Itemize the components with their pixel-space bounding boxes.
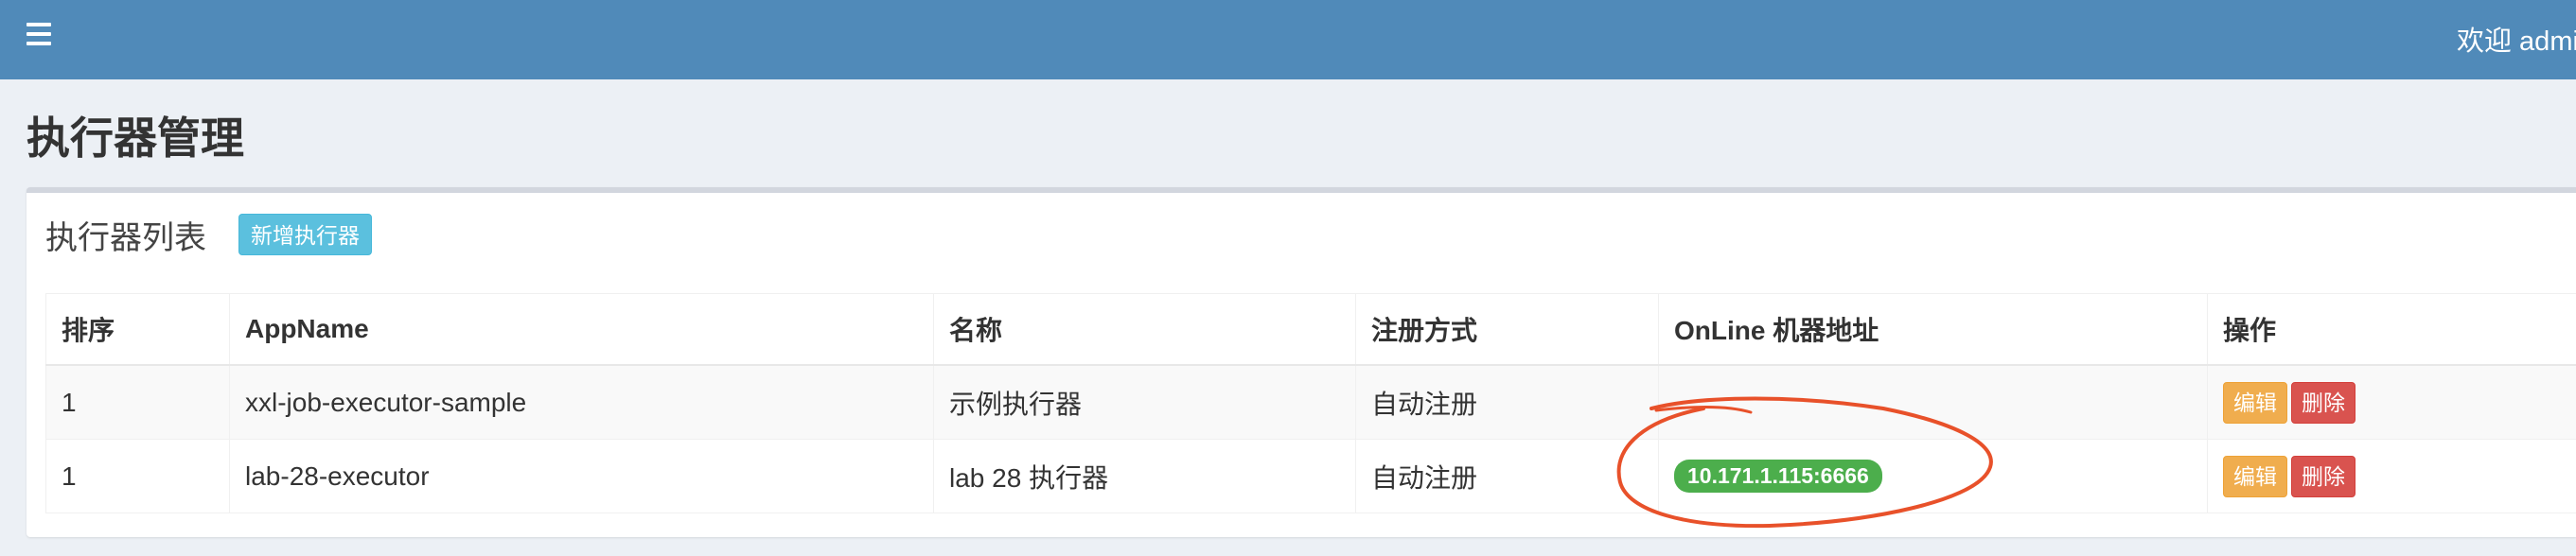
welcome-user-menu[interactable]: 欢迎 admi [2457, 19, 2576, 59]
cell-appname: xxl-job-executor-sample [229, 364, 934, 440]
column-header-order[interactable]: 排序 [45, 293, 230, 366]
cell-actions: 编辑 删除 [2207, 364, 2576, 440]
top-header: 欢迎 admi [0, 0, 2576, 79]
executor-table: 排序 AppName 名称 注册方式 OnLine 机器地址 操作 1 xxl-… [45, 293, 2576, 513]
cell-registry-type: 自动注册 [1355, 439, 1659, 513]
cell-actions: 编辑 删除 [2207, 439, 2576, 513]
column-header-actions: 操作 [2207, 293, 2576, 366]
cell-registry-type: 自动注册 [1355, 364, 1659, 440]
column-header-online-address[interactable]: OnLine 机器地址 [1658, 293, 2208, 366]
page-title: 执行器管理 [26, 113, 244, 163]
delete-button[interactable]: 删除 [2291, 381, 2355, 424]
cell-name: lab 28 执行器 [933, 439, 1356, 513]
online-address-badge: 10.171.1.115:6666 [1674, 460, 1882, 493]
cell-online-address [1658, 364, 2208, 440]
table-row: 1 xxl-job-executor-sample 示例执行器 自动注册 编辑删… [45, 364, 2576, 440]
executor-list-box: 执行器列表 新增执行器 排序 AppName 名称 注册方式 OnLine 机器… [26, 187, 2576, 537]
hamburger-menu-icon[interactable] [26, 23, 51, 45]
column-header-registry-type[interactable]: 注册方式 [1355, 293, 1659, 366]
cell-order: 1 [45, 364, 230, 440]
column-header-appname[interactable]: AppName [229, 293, 934, 366]
delete-button[interactable]: 删除 [2291, 455, 2355, 497]
table-row: 1 lab-28-executor lab 28 执行器 自动注册 10.171… [45, 439, 2576, 513]
edit-button[interactable]: 编辑 [2223, 455, 2287, 497]
cell-appname: lab-28-executor [229, 439, 934, 513]
add-executor-button[interactable]: 新增执行器 [238, 214, 372, 255]
table-header-row: 排序 AppName 名称 注册方式 OnLine 机器地址 操作 [45, 293, 2576, 366]
cell-order: 1 [45, 439, 230, 513]
column-header-name[interactable]: 名称 [933, 293, 1356, 366]
edit-button[interactable]: 编辑 [2223, 381, 2287, 424]
cell-name: 示例执行器 [933, 364, 1356, 440]
box-title: 执行器列表 [45, 220, 206, 256]
cell-online-address: 10.171.1.115:6666 [1658, 439, 2208, 513]
